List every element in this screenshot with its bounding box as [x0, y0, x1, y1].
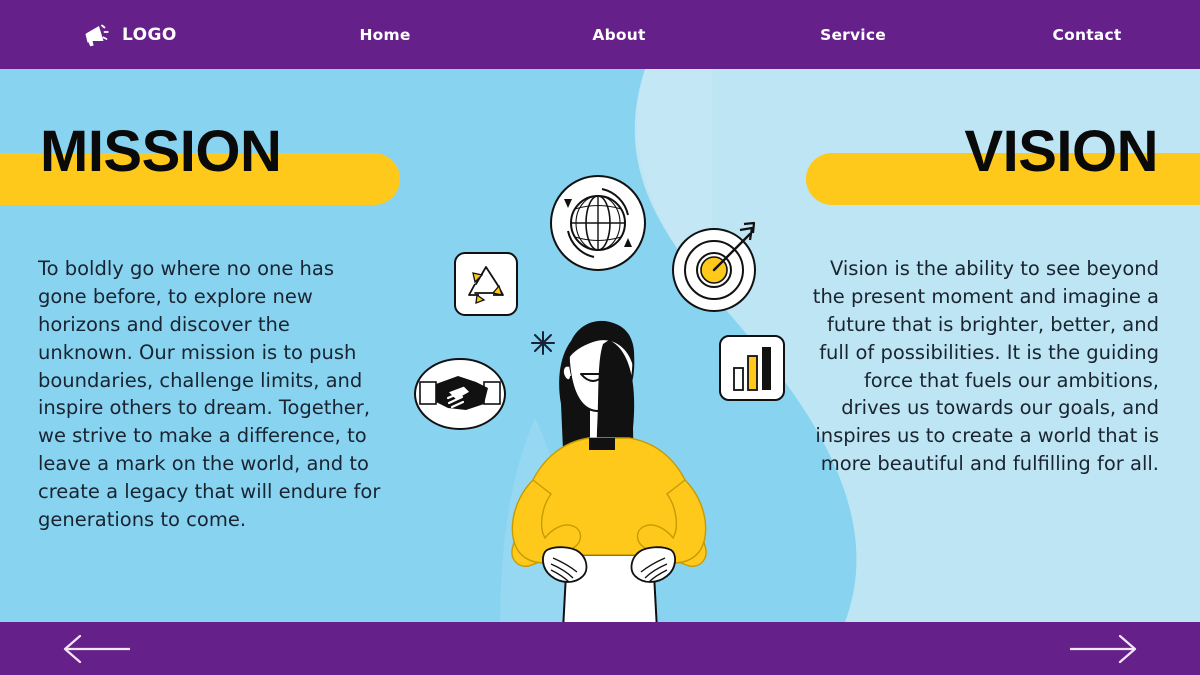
target-icon: [672, 221, 756, 312]
nav-item-service[interactable]: Service: [765, 26, 941, 44]
prev-arrow-icon[interactable]: [60, 632, 132, 666]
vision-heading: VISION: [964, 119, 1158, 184]
globe-icon: [550, 175, 646, 271]
next-arrow-icon[interactable]: [1068, 632, 1140, 666]
nav-item-contact[interactable]: Contact: [999, 26, 1175, 44]
megaphone-icon: [83, 22, 113, 48]
top-navigation-bar: LOGO Home About Service Contact: [0, 0, 1200, 69]
footer-bar: [0, 622, 1200, 675]
central-illustration: [400, 160, 820, 635]
nav-links: Home About Service Contact: [233, 26, 1200, 44]
nav-item-about[interactable]: About: [531, 26, 707, 44]
woman-character: [511, 320, 707, 632]
recycle-icon: [454, 252, 518, 316]
nav-item-home[interactable]: Home: [297, 26, 473, 44]
vision-body-text: Vision is the ability to see beyond the …: [812, 257, 1159, 476]
mission-body-text: To boldly go where no one has gone befor…: [38, 257, 381, 531]
mission-heading: MISSION: [40, 119, 282, 184]
brand-logo[interactable]: LOGO: [83, 22, 233, 48]
presentation-slide: LOGO Home About Service Contact MISSION …: [0, 0, 1200, 675]
sparkle-icon: [531, 331, 555, 355]
handshake-icon: [414, 358, 506, 430]
bar-chart-icon: [719, 335, 785, 401]
brand-label: LOGO: [122, 24, 177, 45]
